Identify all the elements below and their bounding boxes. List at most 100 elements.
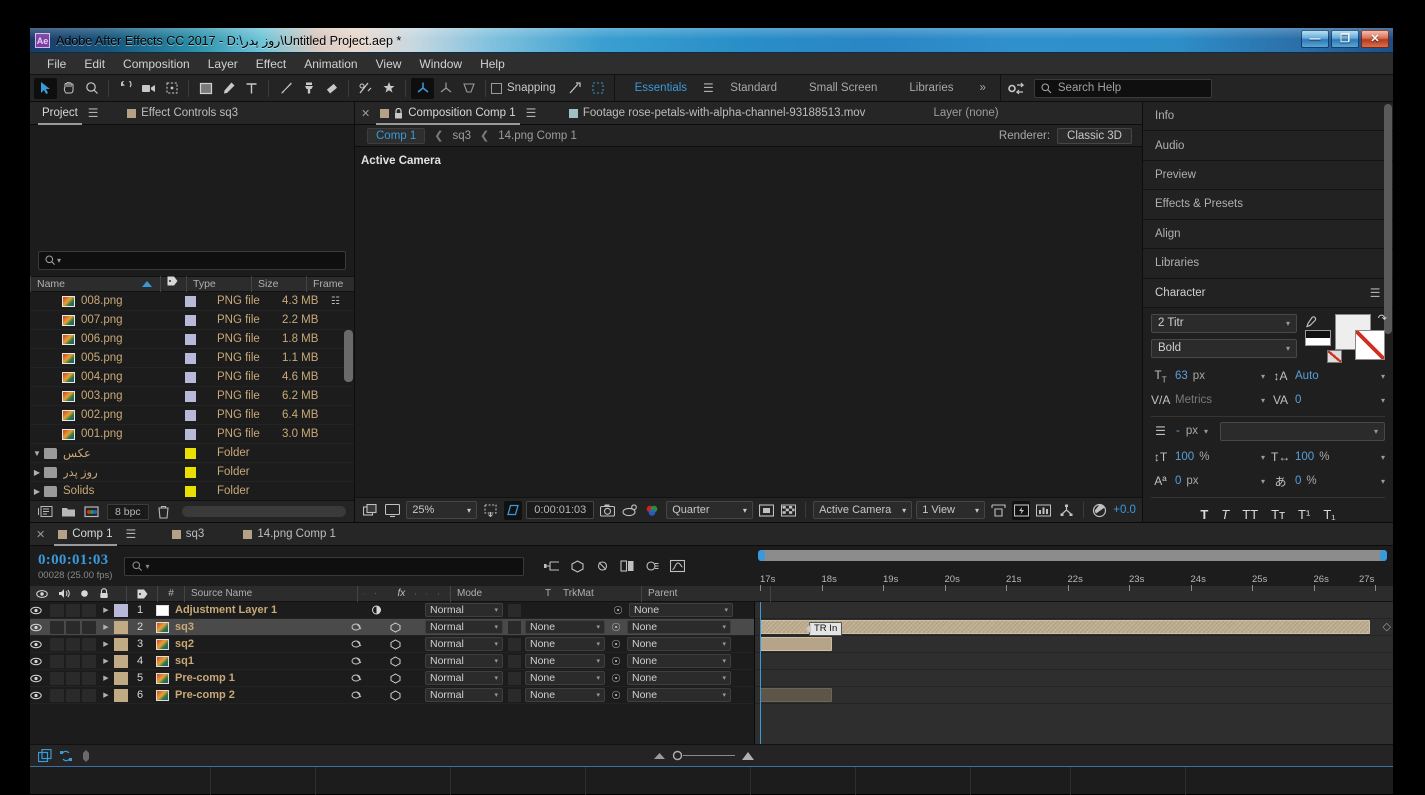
layer-parent-dropdown[interactable]: None ▾: [627, 620, 731, 634]
collapse-transformations-icon[interactable]: [375, 588, 377, 599]
layer-label-color[interactable]: [114, 603, 128, 617]
breadcrumb-comp-1[interactable]: Comp 1: [367, 127, 426, 144]
project-item-label-color[interactable]: [185, 428, 211, 440]
layer-audio-toggle[interactable]: [50, 654, 64, 668]
layer-visibility-icon[interactable]: [30, 691, 50, 700]
toggle-transparency-grid-icon[interactable]: [503, 500, 523, 520]
faux-italic-button[interactable]: T: [1221, 507, 1229, 522]
layer-source-name[interactable]: Pre-comp 1: [175, 672, 325, 684]
search-help-box[interactable]: Search Help: [1033, 78, 1212, 98]
parent-pickwhip-icon[interactable]: ☉: [605, 638, 627, 651]
layer-switches[interactable]: [325, 672, 421, 684]
zoom-in-icon[interactable]: [741, 751, 755, 761]
layer-solo-toggle[interactable]: [66, 620, 80, 634]
layer-parent-dropdown[interactable]: None ▾: [627, 671, 731, 685]
eyedropper-icon[interactable]: [1303, 316, 1317, 331]
frame-blending-icon[interactable]: [620, 559, 635, 573]
label-column-header[interactable]: [127, 586, 157, 602]
timeline-layer-row[interactable]: ▶ 1 Adjustment Layer 1 Normal ▾ ☉ None ▾: [30, 602, 754, 619]
hide-shy-layers-icon[interactable]: [595, 559, 610, 573]
workspace-essentials[interactable]: Essentials: [619, 75, 703, 102]
current-time-group[interactable]: 0:00:01:03 00028 (25.00 fps): [38, 552, 112, 581]
layer-visibility-icon[interactable]: [30, 606, 50, 615]
current-time-display[interactable]: 0:00:01:03: [526, 501, 595, 519]
composition-mini-flowchart-icon[interactable]: [544, 559, 560, 573]
brush-tool-icon[interactable]: [274, 78, 297, 99]
layer-visibility-icon[interactable]: [30, 674, 50, 683]
renderer-value-button[interactable]: Classic 3D: [1057, 127, 1132, 144]
layer-lock-toggle[interactable]: [82, 620, 96, 634]
project-item-label-color[interactable]: [185, 333, 211, 345]
t-column-header[interactable]: T: [537, 586, 559, 602]
snap-bounds-icon[interactable]: [587, 78, 610, 99]
timeline-track-row[interactable]: [755, 670, 1393, 687]
layer-audio-toggle[interactable]: [50, 603, 64, 617]
zoom-out-icon[interactable]: [653, 751, 666, 760]
layer-switches[interactable]: [325, 638, 421, 650]
layer-audio-toggle[interactable]: [50, 688, 64, 702]
breadcrumb-sq3[interactable]: sq3: [453, 130, 472, 142]
layer-mode-dropdown[interactable]: Normal ▾: [425, 637, 503, 651]
layer-preserve-transparency[interactable]: [503, 603, 525, 617]
project-item-label-color[interactable]: [185, 390, 211, 402]
layer-source-name[interactable]: Pre-comp 2: [175, 689, 325, 701]
layer-audio-toggle[interactable]: [50, 620, 64, 634]
timeline-layer-row[interactable]: ▶ 5 Pre-comp 1 Normal ▾ None ▾ ☉ None ▾: [30, 670, 754, 687]
layer-mode-dropdown[interactable]: Normal ▾: [425, 603, 503, 617]
layer-label-color[interactable]: [114, 654, 128, 668]
column-frame[interactable]: Frame: [306, 276, 351, 292]
baseline-shift-control[interactable]: Aª 0 px ▾: [1151, 471, 1265, 492]
layer-label-color[interactable]: [114, 620, 128, 634]
timeline-ruler-area[interactable]: 17s 18s 19s 20s 21s 22s 23s 24s 25s 26s 27s: [755, 546, 1393, 591]
source-name-column-header[interactable]: Source Name: [185, 586, 357, 602]
rotation-tool-icon[interactable]: [114, 78, 137, 99]
flowchart-icon[interactable]: ☷: [331, 296, 340, 307]
camera-view-dropdown[interactable]: Active Camera ▾: [813, 501, 913, 519]
composition-viewer[interactable]: Active Camera: [355, 147, 1142, 497]
effects-icon[interactable]: fx: [398, 586, 406, 602]
breadcrumb-14png-comp1[interactable]: 14.png Comp 1: [498, 130, 577, 142]
layer-solo-toggle[interactable]: [66, 637, 80, 651]
layer-parent-dropdown[interactable]: None ▾: [627, 688, 731, 702]
layer-preserve-transparency[interactable]: [503, 637, 525, 651]
timeline-track-row[interactable]: [755, 636, 1393, 653]
layer-twirl-icon[interactable]: ▶: [98, 657, 114, 665]
snapping-checkbox[interactable]: [491, 82, 502, 94]
workspace-menu-icon[interactable]: ☰: [703, 81, 714, 95]
layer-switches[interactable]: [325, 689, 421, 701]
menu-item-composition[interactable]: Composition: [114, 53, 199, 75]
timeline-tab-comp-1[interactable]: Comp 1: [54, 523, 117, 546]
layer-visibility-icon[interactable]: [30, 657, 50, 666]
faux-bold-button[interactable]: T: [1200, 507, 1208, 522]
layer-switches[interactable]: [325, 605, 421, 615]
bit-depth-button[interactable]: 8 bpc: [107, 503, 149, 520]
menu-item-view[interactable]: View: [367, 53, 411, 75]
project-item-row[interactable]: ▼ عکس Folder: [30, 444, 354, 463]
keyframe-navigator-icon[interactable]: ◇: [1383, 620, 1391, 633]
layer-solo-toggle[interactable]: [66, 688, 80, 702]
kerning-control[interactable]: V/A Metrics ▾: [1151, 390, 1265, 411]
current-time-indicator[interactable]: [760, 602, 761, 744]
font-size-control[interactable]: TT 63 px ▾: [1151, 366, 1265, 387]
tab-project[interactable]: Project: [38, 102, 82, 125]
project-panel-menu-icon[interactable]: ☰: [88, 106, 99, 120]
time-ruler[interactable]: 17s 18s 19s 20s 21s 22s 23s 24s 25s 26s 27s: [760, 563, 1385, 591]
zoom-slider-handle[interactable]: [672, 750, 735, 761]
axis-view-icon[interactable]: [457, 78, 480, 99]
layer-audio-toggle[interactable]: [50, 671, 64, 685]
panel-effects-presets[interactable]: Effects & Presets: [1143, 190, 1393, 220]
frame-blend-icon[interactable]: [415, 589, 417, 599]
tracking-control[interactable]: VA 0 ▾: [1271, 390, 1385, 411]
lock-icon[interactable]: [99, 588, 109, 599]
puppet-pin-tool-icon[interactable]: [377, 78, 400, 99]
menu-item-edit[interactable]: Edit: [75, 53, 114, 75]
toggle-transparency-checkerboard-icon[interactable]: [780, 501, 799, 520]
vertical-scale-control[interactable]: ↕T 100 % ▾: [1151, 447, 1265, 468]
layer-source-name[interactable]: sq1: [175, 655, 325, 667]
layer-preserve-transparency[interactable]: [503, 620, 525, 634]
layer-list[interactable]: ▶ 1 Adjustment Layer 1 Normal ▾ ☉ None ▾ ▶ 2 sq3 No…: [30, 602, 755, 744]
layer-duration-bar[interactable]: TR In: [760, 620, 1370, 636]
take-snapshot-icon[interactable]: [598, 501, 617, 520]
project-item-label-color[interactable]: [185, 409, 211, 421]
new-folder-icon[interactable]: [61, 505, 76, 518]
